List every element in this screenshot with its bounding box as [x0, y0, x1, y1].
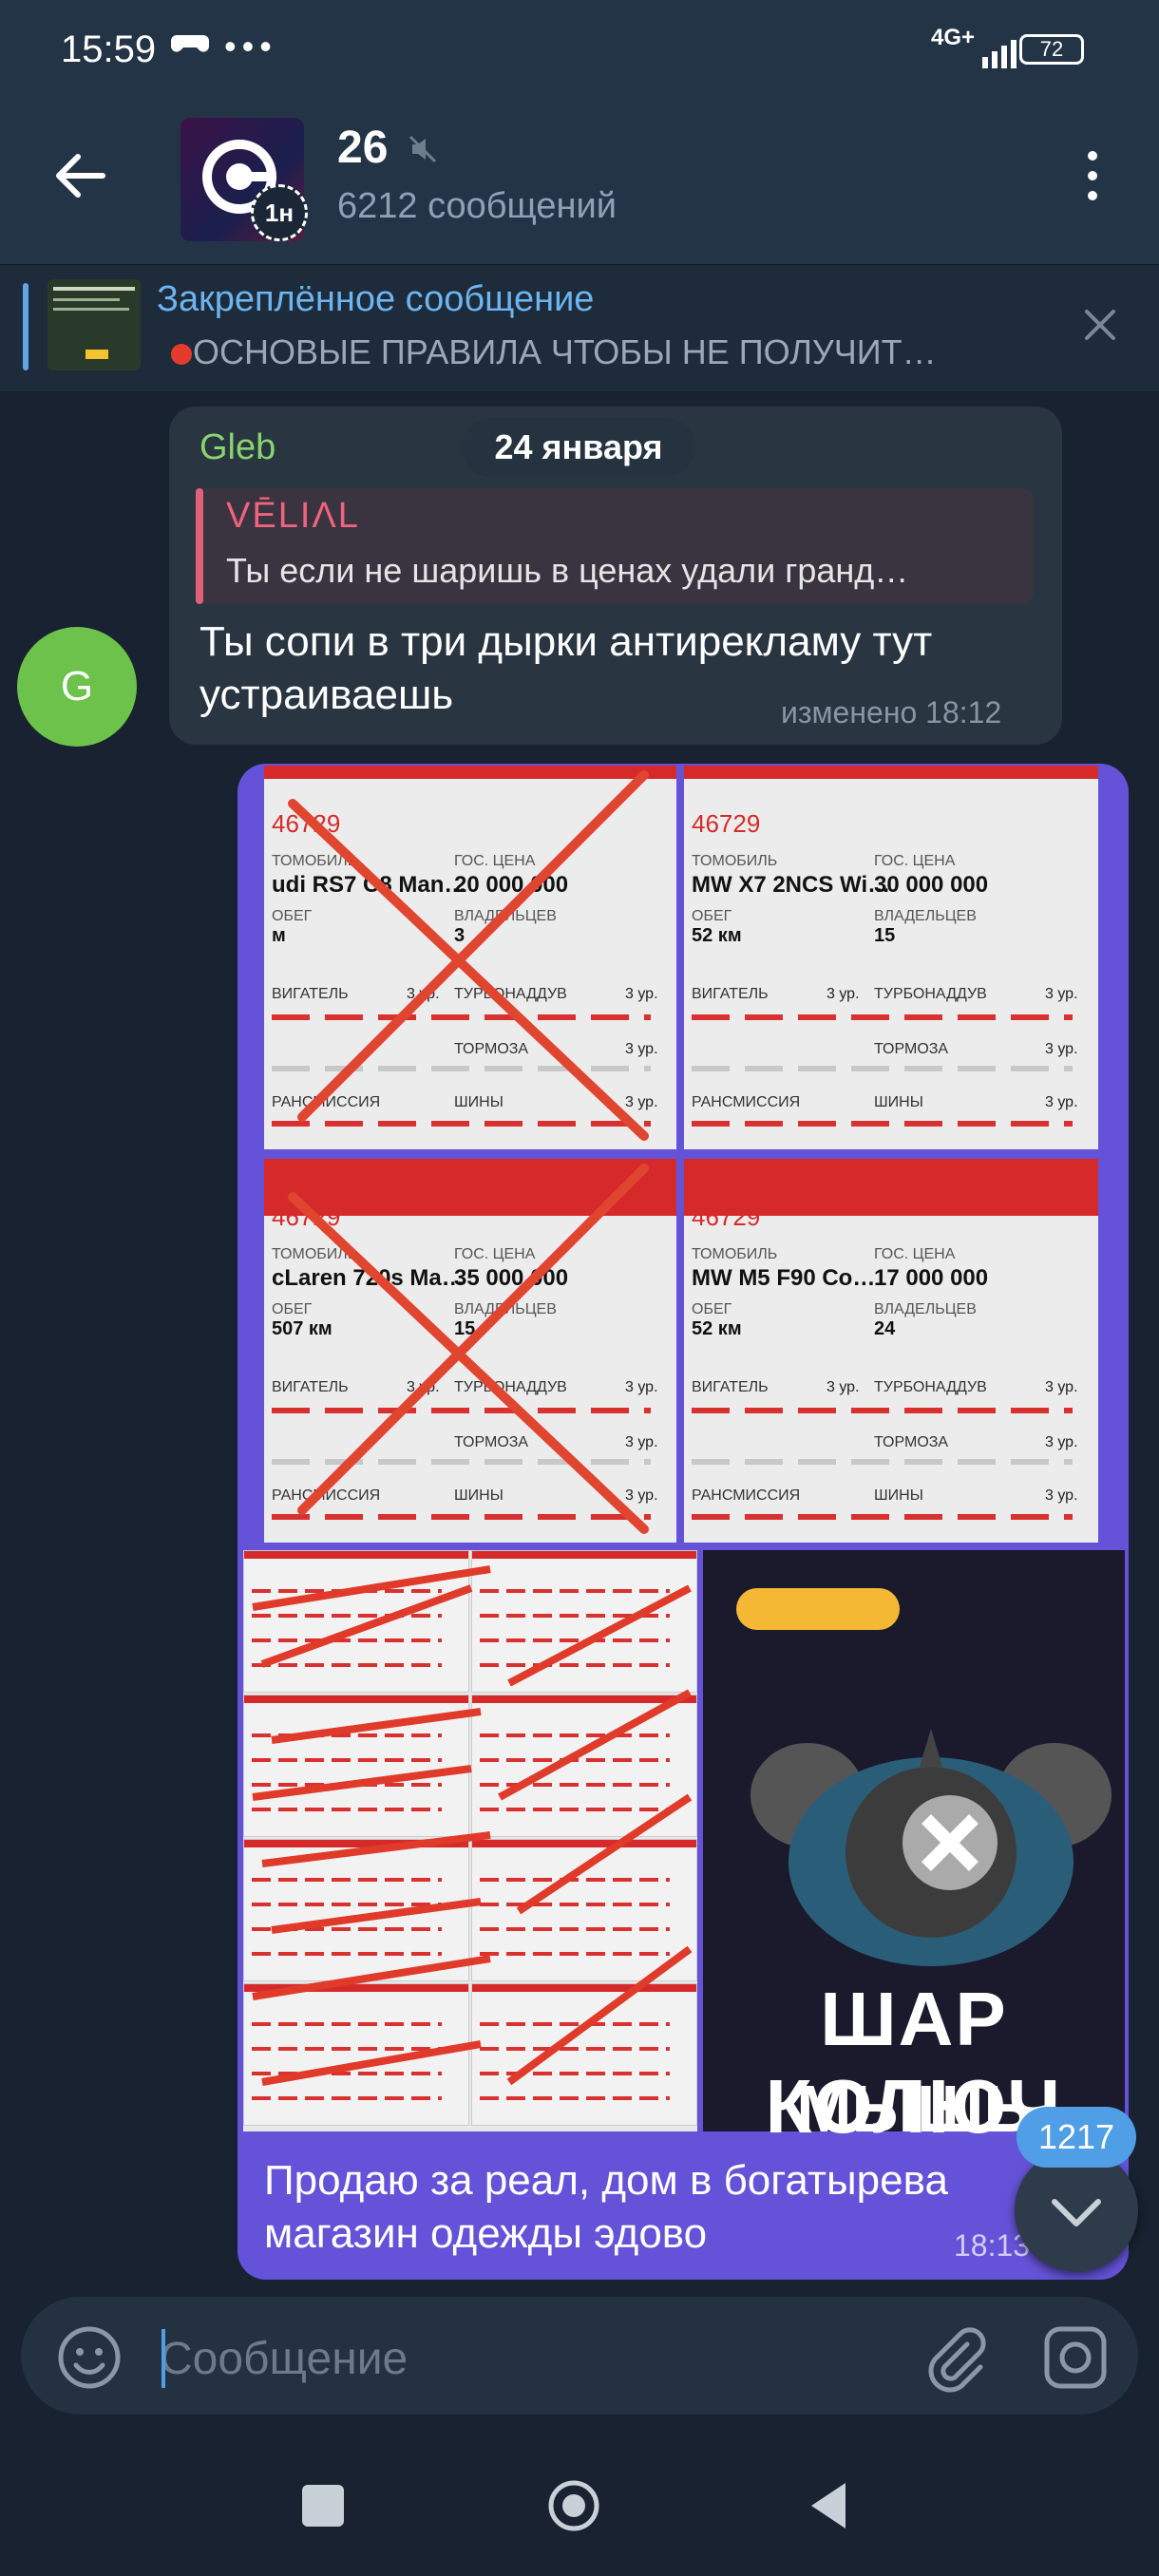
label-mileage: ОБЕГ	[692, 1301, 732, 1317]
message-text: Продаю за реал, дом в богатырева магазин…	[264, 2157, 948, 2257]
reply-indicator	[196, 488, 203, 604]
car-owners: 15	[874, 925, 896, 946]
pinned-preview-text: ОСНОВЫЕ ПРАВИЛА ЧТОБЫ НЕ ПОЛУЧИТ…	[193, 332, 937, 371]
label-car: ТОМОБИЛЬ	[692, 853, 778, 869]
unread-count-badge: 1217	[1016, 2107, 1136, 2168]
pinned-thumbnail	[48, 279, 141, 370]
spiky-mouse-icon	[750, 1729, 1112, 1966]
more-notifications-icon: •••	[224, 27, 277, 66]
muted-icon	[408, 135, 437, 163]
pinned-indicator	[23, 283, 28, 370]
brakes-bar	[692, 1066, 1074, 1071]
photo-car-card-3[interactable]: 46729 ТОМОБИЛЬ cLaren 720s Ma… ГОС. ЦЕНА 35 …	[264, 1159, 676, 1543]
car-name: MW M5 F90 Co…	[692, 1265, 876, 1291]
chat-title[interactable]: 26	[337, 122, 388, 174]
brakes-bar	[692, 1459, 1074, 1465]
label-engine: ВИГАТЕЛЬ	[692, 986, 769, 1002]
card-id: 46729	[692, 1203, 761, 1231]
car-owners: 24	[874, 1318, 896, 1339]
cross-stroke	[288, 1192, 649, 1534]
member-count: 6212 сообщений	[337, 186, 617, 226]
notification-icons: •••	[171, 27, 277, 66]
more-menu-icon[interactable]	[1074, 142, 1112, 209]
engine-bar	[692, 1014, 1074, 1020]
label-owners: ВЛАДЕЛЬЦЕВ	[874, 1301, 977, 1317]
tires-bar	[692, 1121, 1074, 1127]
game-controller-icon	[171, 35, 209, 52]
engine-level: 3 ур.	[826, 1379, 860, 1395]
label-turbo: ТУРБОНАДДУВ	[874, 986, 987, 1002]
cross-out-marks	[252, 1565, 693, 2086]
emoji-icon[interactable]	[53, 2321, 125, 2394]
battery-icon: 72	[1019, 34, 1084, 65]
photo-car-card-4[interactable]: 46729 ТОМОБИЛЬ MW M5 F90 Co… ГОС. ЦЕНА 17 00…	[684, 1159, 1098, 1543]
turbo-level: 3 ур.	[1045, 1379, 1078, 1395]
red-x-cross-icon	[288, 770, 649, 1141]
engine-bar	[692, 1408, 1074, 1413]
red-circle-icon	[171, 344, 192, 365]
photo-car-card-1[interactable]: 46729 ТОМОБИЛЬ udi RS7 C8 Man… ГОС. ЦЕНА 20 …	[264, 766, 676, 1149]
message-input[interactable]	[160, 2325, 882, 2392]
story-badge: 1н	[251, 184, 308, 241]
avatar[interactable]: G	[17, 627, 137, 747]
cross-stroke	[297, 770, 649, 1122]
photo-collage[interactable]	[243, 1550, 697, 2131]
chat-header	[0, 104, 1159, 264]
car-mileage: 52 км	[692, 925, 742, 946]
status-time: 15:59	[61, 28, 157, 70]
sender-name[interactable]: Gleb	[200, 427, 276, 468]
pinned-preview: ОСНОВЫЕ ПРАВИЛА ЧТОБЫ НЕ ПОЛУЧИТ…	[157, 332, 937, 372]
label-trans: РАНСМИССИЯ	[692, 1487, 801, 1504]
brakes-level: 3 ур.	[1045, 1041, 1078, 1057]
date-divider: 24 января	[462, 418, 695, 477]
reply-author: VĒLIΛL	[226, 496, 360, 536]
label-mileage: ОБЕГ	[692, 908, 732, 924]
cross-stroke	[288, 799, 649, 1141]
message-time: изменено 18:12	[781, 695, 1002, 729]
network-type: 4G+	[931, 25, 976, 50]
card-header-bar	[684, 766, 1098, 779]
close-icon[interactable]	[1079, 304, 1121, 346]
camera-icon[interactable]	[1039, 2321, 1112, 2394]
brakes-level: 3 ур.	[1045, 1434, 1078, 1450]
text-cursor	[162, 2329, 165, 2388]
card-id: 46729	[692, 809, 761, 838]
label-brakes: ТОРМОЗА	[874, 1434, 949, 1450]
label-turbo: ТУРБОНАДДУВ	[874, 1379, 987, 1395]
label-owners: ВЛАДЕЛЬЦЕВ	[874, 908, 977, 924]
yellow-bar	[736, 1588, 900, 1630]
recent-apps-icon[interactable]	[302, 2485, 344, 2527]
tires-level: 3 ур.	[1045, 1094, 1078, 1110]
label-car: ТОМОБИЛЬ	[692, 1246, 778, 1262]
photo-car-card-2[interactable]: 46729 ТОМОБИЛЬ MW X7 2NCS Wi… ГОС. ЦЕНА 30 0…	[684, 766, 1098, 1149]
car-price: 17 000 000	[874, 1265, 989, 1291]
pinned-title: Закреплённое сообщение	[157, 279, 595, 319]
back-triangle-icon[interactable]	[804, 2477, 851, 2534]
label-trans: РАНСМИССИЯ	[692, 1094, 801, 1110]
label-tires: ШИНЫ	[874, 1094, 923, 1110]
back-arrow-icon[interactable]	[48, 142, 114, 209]
cross-stroke	[297, 1164, 649, 1515]
label-gov-price: ГОС. ЦЕНА	[874, 1246, 956, 1262]
car-mileage: 52 км	[692, 1318, 742, 1339]
label-tires: ШИНЫ	[874, 1487, 923, 1504]
engine-level: 3 ур.	[826, 986, 860, 1002]
car-price: 30 000 000	[874, 872, 989, 898]
red-x-cross-icon	[288, 1164, 649, 1534]
label-engine: ВИГАТЕЛЬ	[692, 1379, 769, 1395]
car-name: MW X7 2NCS Wi…	[692, 872, 891, 898]
tires-bar	[692, 1514, 1074, 1520]
tires-level: 3 ур.	[1045, 1487, 1078, 1504]
reply-text: Ты если не шаришь в ценах удали гранд…	[226, 551, 909, 590]
paperclip-icon[interactable]	[918, 2321, 990, 2394]
label-gov-price: ГОС. ЦЕНА	[874, 853, 956, 869]
turbo-level: 3 ур.	[1045, 986, 1078, 1002]
home-icon[interactable]	[545, 2477, 602, 2534]
label-brakes: ТОРМОЗА	[874, 1041, 949, 1057]
